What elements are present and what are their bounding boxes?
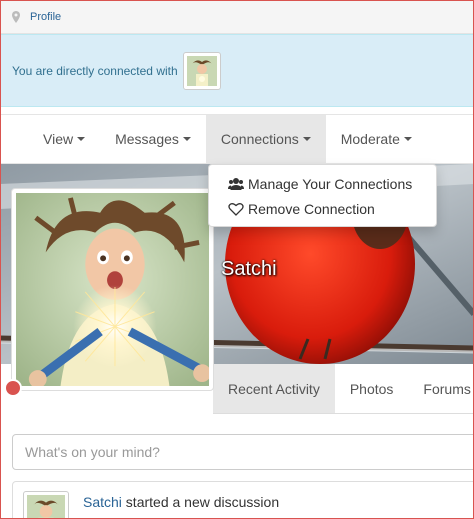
nav-view[interactable]: View xyxy=(28,115,100,163)
users-icon xyxy=(228,177,244,190)
breadcrumb: Profile xyxy=(0,0,474,34)
connected-user-thumbnail[interactable] xyxy=(182,51,221,90)
connection-banner: You are directly connected with xyxy=(0,34,474,107)
menu-item-manage-connections-label: Manage Your Connections xyxy=(248,175,413,192)
caret-down-icon xyxy=(403,137,412,141)
online-status-indicator xyxy=(4,379,22,397)
caret-down-icon xyxy=(182,137,191,141)
user-photo-icon xyxy=(27,495,65,519)
activity-user-link[interactable]: Satchi xyxy=(83,494,122,510)
nav-messages-label: Messages xyxy=(115,131,179,147)
caret-down-icon xyxy=(302,137,311,141)
map-pin-icon xyxy=(12,10,20,23)
tab-photos[interactable]: Photos xyxy=(335,364,409,413)
nav-messages[interactable]: Messages xyxy=(100,115,206,163)
activity-item: Satchi started a new discussion xyxy=(12,481,474,519)
tab-recent-activity[interactable]: Recent Activity xyxy=(213,364,335,413)
banner-text: You are directly connected with xyxy=(12,63,178,78)
user-photo-icon xyxy=(186,55,217,86)
menu-item-manage-connections[interactable]: Manage Your Connections xyxy=(209,171,436,196)
avatar-photo xyxy=(16,193,209,386)
nav-connections[interactable]: Connections xyxy=(205,115,326,163)
nav-view-label: View xyxy=(43,131,74,147)
profile-nav: View Messages Connections Moderate xyxy=(0,114,474,164)
nav-connections-label: Connections xyxy=(220,131,299,147)
activity-description: started a new discussion xyxy=(121,494,280,510)
heart-outline-icon xyxy=(228,202,244,216)
activity-user-avatar[interactable] xyxy=(23,491,69,519)
connections-dropdown-menu: Manage Your Connections Remove Connectio… xyxy=(208,164,437,227)
profile-tabs: Recent Activity Photos Forums xyxy=(213,364,474,414)
status-update-input[interactable]: What's on your mind? xyxy=(12,434,474,470)
tab-forums[interactable]: Forums xyxy=(408,364,474,413)
nav-moderate-label: Moderate xyxy=(340,131,400,147)
caret-down-icon xyxy=(77,137,86,141)
menu-item-remove-connection-label: Remove Connection xyxy=(248,200,375,217)
nav-moderate[interactable]: Moderate xyxy=(326,115,427,163)
activity-text: Satchi started a new discussion xyxy=(83,494,279,510)
menu-item-remove-connection[interactable]: Remove Connection xyxy=(209,196,436,221)
profile-name: Satchi xyxy=(221,258,277,280)
breadcrumb-profile-link[interactable]: Profile xyxy=(30,11,61,23)
profile-avatar[interactable] xyxy=(11,188,214,391)
